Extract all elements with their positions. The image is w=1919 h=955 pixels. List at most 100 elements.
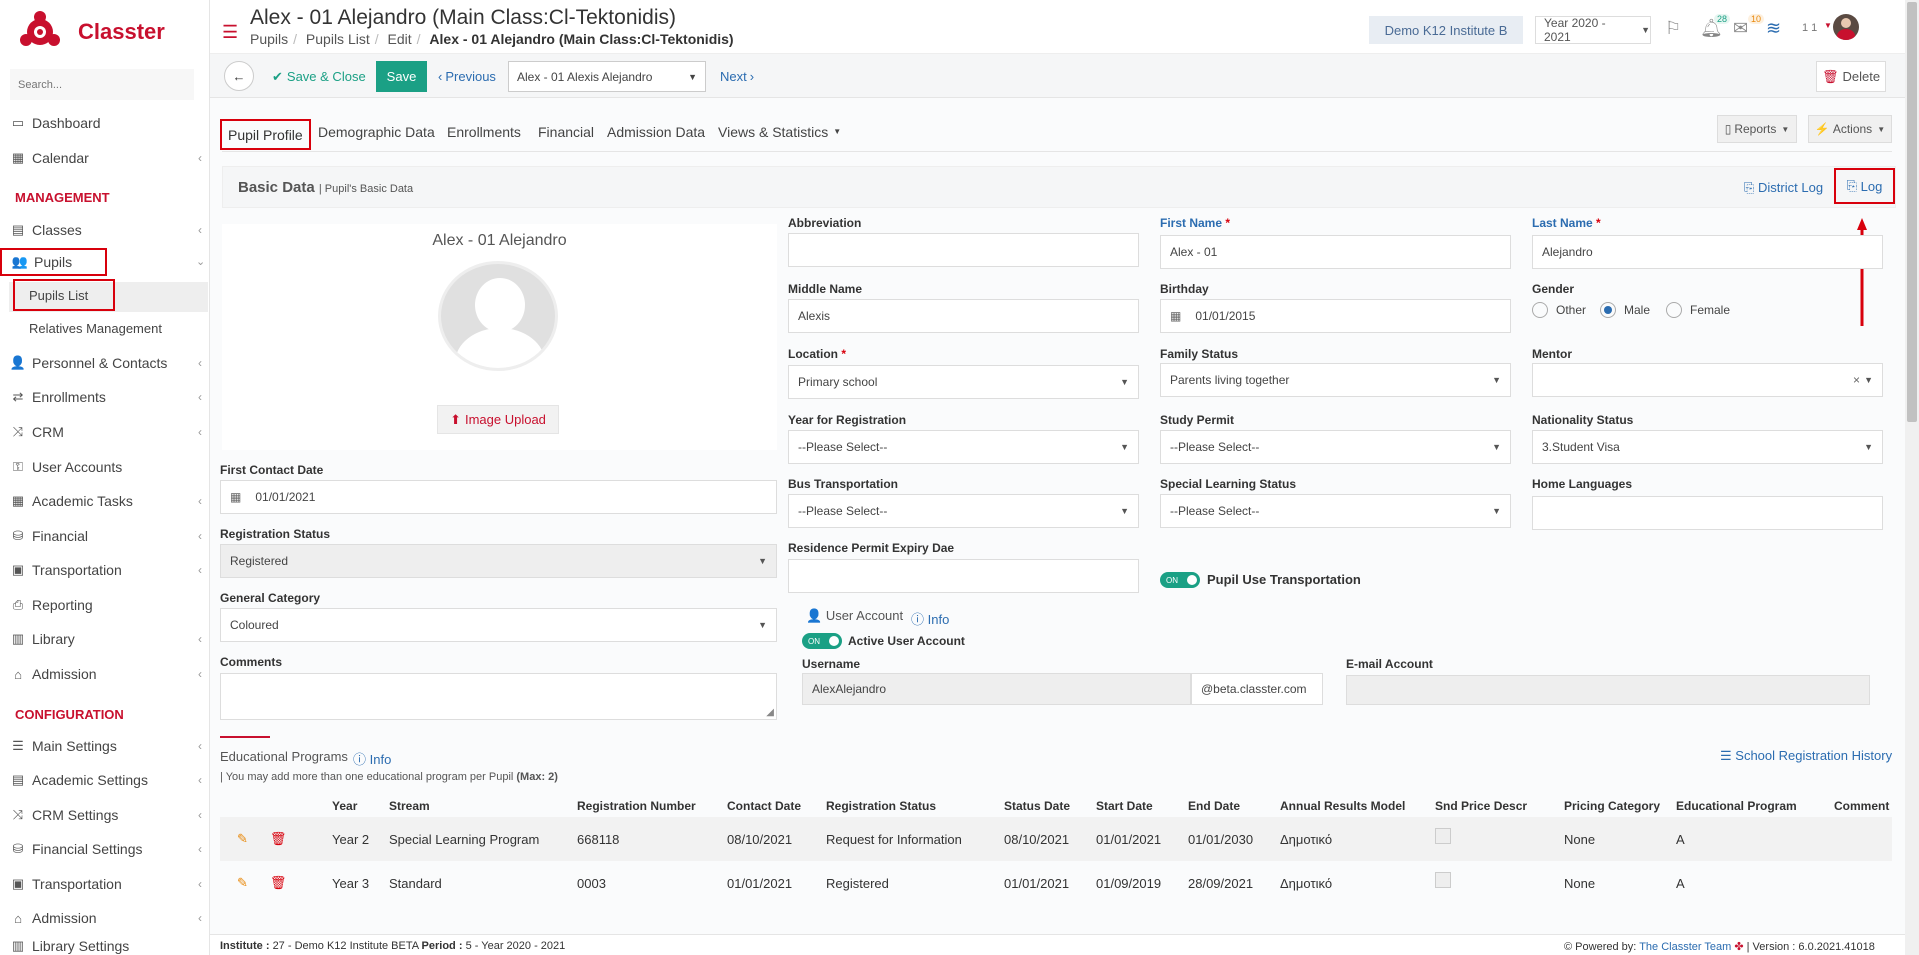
clear-icon[interactable]: ×	[1853, 373, 1860, 387]
sidebar-item-dashboard[interactable]: ▭ Dashboard	[0, 108, 210, 138]
sidebar-item-library[interactable]: ▥ Library ‹	[0, 624, 210, 654]
sidebar-item-calendar[interactable]: ▦ Calendar ‹	[0, 143, 210, 173]
sidebar-item-transportation[interactable]: ▣ Transportation ‹	[0, 555, 210, 585]
col-end-date[interactable]: End Date	[1188, 795, 1280, 817]
breadcrumb-pupils-list[interactable]: Pupils List	[306, 31, 370, 47]
col-start-date[interactable]: Start Date	[1096, 795, 1188, 817]
district-log-link[interactable]: ⎘ District Log	[1744, 180, 1823, 196]
reports-button[interactable]: ▯ Reports ▼	[1717, 115, 1797, 143]
col-results-model[interactable]: Annual Results Model	[1280, 795, 1435, 817]
sidebar-item-crm-settings[interactable]: ⤨ CRM Settings ‹	[0, 800, 210, 830]
sidebar-item-personnel[interactable]: 👤 Personnel & Contacts ‹	[0, 348, 210, 378]
tab-pupil-profile[interactable]: Pupil Profile	[220, 119, 311, 150]
bus-select[interactable]: --Please Select-- ▼	[788, 494, 1139, 528]
year-dropdown[interactable]: Year 2020 - 2021 ▼	[1535, 16, 1651, 44]
sidebar-item-library-settings[interactable]: ▥ Library Settings	[0, 936, 210, 955]
sidebar-item-relatives[interactable]: Relatives Management	[0, 313, 210, 343]
breadcrumb-pupils[interactable]: Pupils	[250, 31, 288, 47]
flag-icon[interactable]: ⚐	[1665, 18, 1681, 39]
hamburger-icon[interactable]: ☰	[222, 22, 238, 43]
scroll-thumb[interactable]	[1907, 2, 1917, 422]
col-year[interactable]: Year	[332, 795, 389, 817]
abbreviation-input[interactable]	[788, 233, 1139, 267]
col-snd-price[interactable]: Snd Price Descr	[1435, 795, 1564, 817]
user-account-info-link[interactable]: ⓘ Info	[911, 609, 949, 628]
gender-other-radio[interactable]: Other	[1532, 302, 1586, 318]
save-button[interactable]: Save	[376, 61, 427, 92]
col-stream[interactable]: Stream	[389, 795, 577, 817]
col-reg-status[interactable]: Registration Status	[826, 795, 1004, 817]
trash-icon[interactable]: 🗑︎	[270, 831, 287, 846]
avatar[interactable]	[1833, 14, 1859, 40]
special-learning-select[interactable]: --Please Select-- ▼	[1160, 494, 1511, 528]
location-select[interactable]: Primary school ▼	[788, 365, 1139, 399]
tab-enrollments[interactable]: Enrollments	[441, 118, 527, 145]
sidebar-item-admission-settings[interactable]: ⌂ Admission ‹	[0, 903, 210, 933]
footer-team-link[interactable]: The Classter Team	[1639, 941, 1731, 953]
sidebar-item-academic-settings[interactable]: ▤ Academic Settings ‹	[0, 765, 210, 795]
birthday-input[interactable]: ▦ 01/01/2015	[1160, 299, 1511, 333]
email-input[interactable]	[1346, 675, 1870, 705]
first-contact-field[interactable]: ▦ 01/01/2021	[220, 480, 777, 514]
actions-button[interactable]: ⚡ Actions ▼	[1808, 115, 1892, 143]
edu-info-link[interactable]: ⓘ Info	[353, 749, 391, 768]
logo[interactable]: Classter	[18, 10, 165, 54]
log-link[interactable]: ⎘ Log	[1834, 168, 1895, 204]
registration-status-field[interactable]: Registered ▼	[220, 544, 777, 578]
user-short[interactable]: 1 1	[1802, 22, 1817, 34]
col-contact-date[interactable]: Contact Date	[727, 795, 826, 817]
pencil-icon[interactable]: ✎	[237, 875, 248, 890]
tab-admission-data[interactable]: Admission Data	[601, 118, 711, 145]
sidebar-item-transportation-settings[interactable]: ▣ Transportation ‹	[0, 869, 210, 899]
sidebar-item-classes[interactable]: ▤ Classes ‹	[0, 215, 210, 245]
comments-textarea[interactable]: ◢	[220, 673, 777, 720]
sidebar-item-main-settings[interactable]: ☰ Main Settings ‹	[0, 731, 210, 761]
sidebar-item-crm[interactable]: ⤨ CRM ‹	[0, 417, 210, 447]
registration-history-link[interactable]: ☰ School Registration History	[1720, 748, 1892, 764]
sidebar-item-reporting[interactable]: ⎙ Reporting	[0, 590, 210, 620]
scrollbar[interactable]	[1905, 0, 1919, 955]
sidebar-item-pupils[interactable]: 👥 Pupils	[0, 248, 107, 276]
sidebar-search-input[interactable]	[10, 69, 194, 100]
pupil-nav-select[interactable]: Alex - 01 Alexis Alejandro ▼	[508, 61, 706, 92]
study-permit-select[interactable]: --Please Select-- ▼	[1160, 430, 1511, 464]
col-comment[interactable]: Comment	[1834, 795, 1892, 817]
pencil-icon[interactable]: ✎	[237, 831, 248, 846]
nationality-select[interactable]: 3.Student Visa ▼	[1532, 430, 1883, 464]
tab-views-statistics[interactable]: Views & Statistics ▼	[712, 118, 847, 145]
sidebar-item-financial[interactable]: ⛁ Financial ‹	[0, 521, 210, 551]
back-button[interactable]: ←	[224, 61, 254, 91]
year-registration-select[interactable]: --Please Select-- ▼	[788, 430, 1139, 464]
col-status-date[interactable]: Status Date	[1004, 795, 1096, 817]
sidebar-item-pupils-list[interactable]: Pupils List	[13, 279, 115, 311]
layers-icon[interactable]: ≋	[1766, 18, 1781, 39]
sidebar-item-academic-tasks[interactable]: ▦ Academic Tasks ‹	[0, 486, 210, 516]
mail-icon[interactable]: ✉	[1733, 18, 1748, 39]
general-category-field[interactable]: Coloured ▼	[220, 608, 777, 642]
active-account-toggle[interactable]: ON	[802, 633, 842, 649]
delete-button[interactable]: 🗑︎ Delete	[1816, 61, 1886, 92]
family-status-select[interactable]: Parents living together ▼	[1160, 363, 1511, 397]
col-reg-number[interactable]: Registration Number	[577, 795, 727, 817]
sidebar-item-enrollments[interactable]: ⇄ Enrollments ‹	[0, 382, 210, 412]
next-button[interactable]: Next ›	[720, 61, 754, 92]
username-input[interactable]: AlexAlejandro	[802, 673, 1191, 705]
mentor-select[interactable]: × ▼	[1532, 363, 1883, 397]
sidebar-item-user-accounts[interactable]: ⚿ User Accounts	[0, 452, 210, 482]
checkbox[interactable]	[1435, 871, 1451, 888]
first-name-input[interactable]: Alex - 01	[1160, 235, 1511, 269]
sidebar-item-admission[interactable]: ⌂ Admission ‹	[0, 659, 210, 689]
institute-badge[interactable]: Demo K12 Institute B	[1369, 16, 1523, 44]
col-pricing-category[interactable]: Pricing Category	[1564, 795, 1676, 817]
previous-button[interactable]: ‹ Previous	[438, 61, 496, 92]
pupil-transport-toggle[interactable]: ON	[1160, 572, 1200, 588]
checkbox[interactable]	[1435, 827, 1451, 844]
gender-male-radio[interactable]: Male	[1600, 302, 1650, 318]
col-edu-program[interactable]: Educational Program	[1676, 795, 1834, 817]
last-name-input[interactable]: Alejandro	[1532, 235, 1883, 269]
tab-demographic[interactable]: Demographic Data	[312, 118, 441, 145]
image-upload-button[interactable]: ⬆ Image Upload	[437, 405, 559, 434]
trash-icon[interactable]: 🗑︎	[270, 875, 287, 890]
residence-input[interactable]	[788, 559, 1139, 593]
gender-female-radio[interactable]: Female	[1666, 302, 1730, 318]
